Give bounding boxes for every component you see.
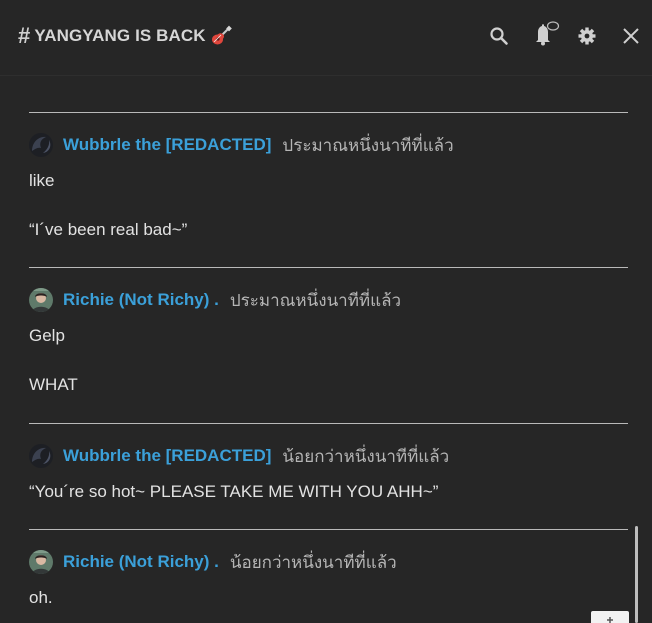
message-header: Richie (Not Richy) . น้อยกว่าหนึ่งนาทีที…	[29, 549, 397, 575]
message-list[interactable]: Wubbrle the [REDACTED] ประมาณหนึ่งนาทีที…	[0, 77, 652, 623]
message-timestamp: ประมาณหนึ่งนาทีที่แล้ว	[229, 290, 402, 310]
message-separator	[29, 423, 628, 424]
message-header: Wubbrle the [REDACTED] ประมาณหนึ่งนาทีที…	[29, 132, 454, 158]
message-separator	[29, 112, 628, 113]
avatar[interactable]	[29, 288, 53, 312]
message-timestamp: น้อยกว่าหนึ่งนาทีที่แล้ว	[282, 446, 450, 466]
message-text: “You´re so hot~ PLEASE TAKE ME WITH YOU …	[29, 482, 439, 501]
message-text: WHAT	[29, 375, 78, 394]
close-icon[interactable]	[620, 25, 642, 47]
gear-icon[interactable]	[576, 25, 598, 47]
bell-icon[interactable]	[532, 20, 562, 48]
message-author[interactable]: Richie (Not Richy) .	[63, 552, 219, 572]
message-separator	[29, 267, 628, 268]
message-text: Gelp	[29, 326, 65, 345]
message-text: “I´ve been real bad~”	[29, 220, 188, 239]
avatar[interactable]	[29, 550, 53, 574]
search-icon[interactable]	[488, 25, 510, 47]
avatar[interactable]	[29, 133, 53, 157]
channel-header: # YANGYANG IS BACK	[0, 0, 652, 76]
guitar-emoji-icon	[210, 25, 232, 47]
jump-to-latest-button[interactable]	[591, 611, 629, 623]
hash-icon: #	[18, 23, 31, 48]
message-timestamp: น้อยกว่าหนึ่งนาทีที่แล้ว	[229, 552, 397, 572]
channel-name: YANGYANG IS BACK	[34, 26, 206, 45]
message-text: oh.	[29, 588, 53, 607]
channel-title: # YANGYANG IS BACK	[18, 23, 232, 48]
avatar[interactable]	[29, 444, 53, 468]
message-header: Wubbrle the [REDACTED] น้อยกว่าหนึ่งนาที…	[29, 443, 449, 469]
message-author[interactable]: Richie (Not Richy) .	[63, 290, 219, 310]
message-author[interactable]: Wubbrle the [REDACTED]	[63, 446, 271, 466]
message-header: Richie (Not Richy) . ประมาณหนึ่งนาทีที่แ…	[29, 287, 401, 313]
scrollbar[interactable]	[635, 526, 638, 623]
message-text: like	[29, 171, 55, 190]
message-separator	[29, 529, 628, 530]
message-timestamp: ประมาณหนึ่งนาทีที่แล้ว	[282, 135, 454, 155]
message-author[interactable]: Wubbrle the [REDACTED]	[63, 135, 271, 155]
